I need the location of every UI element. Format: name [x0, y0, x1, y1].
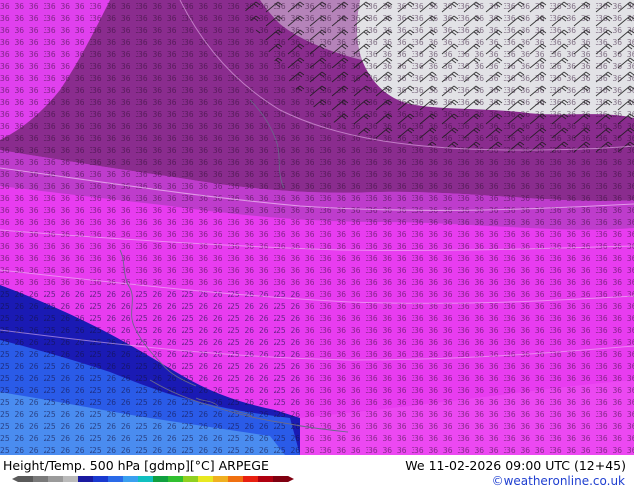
map-title: Height/Temp. 500 hPa [gdmp][°C] ARPEGE [3, 458, 269, 473]
colorbar-segment [78, 476, 94, 482]
colorbar-segment [258, 476, 274, 482]
temperature-colorbar [12, 476, 294, 482]
colorbar-segment [108, 476, 124, 482]
colorbar-segment [273, 476, 289, 482]
colorbar-segment [198, 476, 214, 482]
colorbar-segment [48, 476, 64, 482]
colorbar-segment [123, 476, 139, 482]
colorbar-segment [138, 476, 154, 482]
colorbar-segment [93, 476, 109, 482]
map-footer: Height/Temp. 500 hPa [gdmp][°C] ARPEGE W… [0, 455, 634, 490]
weather-map-page: 36 36 36 37 25 26 26 27 [0, 0, 634, 490]
colorbar-segment [213, 476, 229, 482]
colorbar-segment [33, 476, 49, 482]
valid-time: We 11-02-2026 09:00 UTC (12+45) [405, 458, 626, 473]
credit-link[interactable]: ©weatheronline.co.uk [492, 474, 625, 488]
colorbar-segment [168, 476, 184, 482]
colorbar-segment [153, 476, 169, 482]
colorbar-arrow-right [288, 476, 294, 482]
colorbar-arrow-left [12, 476, 18, 482]
colorbar-segment [183, 476, 199, 482]
colorbar-segment [228, 476, 244, 482]
colorbar-segment [63, 476, 79, 482]
weather-map: 36 36 36 37 25 26 26 27 [0, 0, 634, 455]
numeric-label-texture-lower [300, 290, 634, 455]
numeric-label-texture-blue [0, 290, 300, 455]
colorbar-segment [18, 476, 34, 482]
colorbar-segment [243, 476, 259, 482]
